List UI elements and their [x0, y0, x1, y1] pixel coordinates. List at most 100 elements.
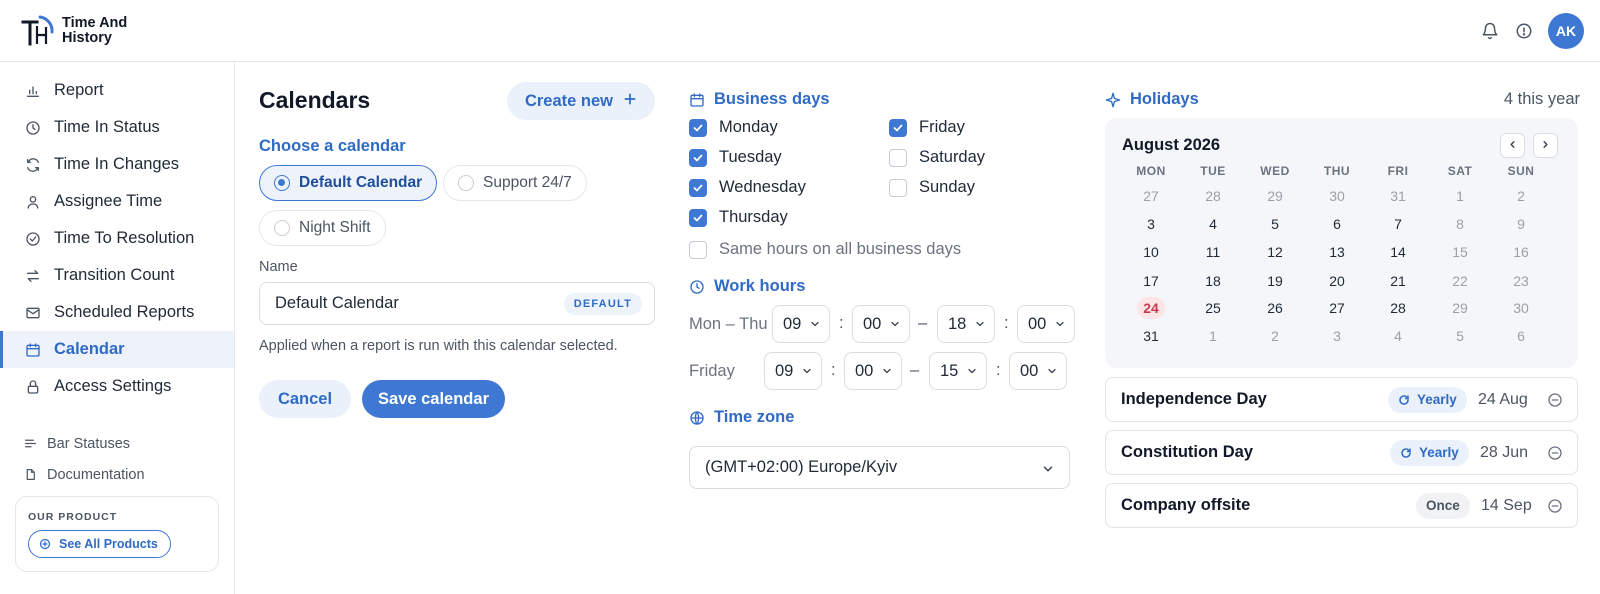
calendar-day[interactable]: 26	[1261, 297, 1289, 319]
calendar-option-night-shift[interactable]: Night Shift	[259, 210, 386, 246]
calendar-day[interactable]: 22	[1446, 270, 1474, 292]
calendar-day[interactable]: 11	[1199, 241, 1227, 263]
calendar-day[interactable]: 18	[1199, 270, 1227, 292]
end-minute-select[interactable]: 00	[1009, 352, 1067, 390]
calendar-day[interactable]: 15	[1446, 241, 1474, 263]
bell-icon[interactable]	[1480, 21, 1500, 41]
calendar-day[interactable]: 16	[1507, 241, 1535, 263]
calendar-day[interactable]: 27	[1137, 185, 1165, 207]
calendar-option-support[interactable]: Support 24/7	[443, 165, 587, 201]
app-logo[interactable]: Time And History	[20, 14, 127, 48]
same-hours-checkbox[interactable]: Same hours on all business days	[689, 240, 961, 259]
chevron-left-icon	[1507, 137, 1518, 155]
calendar-day[interactable]: 9	[1507, 213, 1535, 235]
calendar-day[interactable]: 20	[1323, 270, 1351, 292]
sidebar-item-transition-count[interactable]: Transition Count	[0, 257, 234, 294]
end-minute-select[interactable]: 00	[1017, 305, 1075, 343]
day-checkbox-saturday[interactable]: Saturday	[889, 148, 985, 167]
calendar-day[interactable]: 1	[1199, 325, 1227, 347]
holiday-row[interactable]: Company offsite Once 14 Sep	[1105, 483, 1578, 528]
calendar-day[interactable]: 3	[1137, 213, 1165, 235]
check-circle-icon	[24, 230, 42, 248]
sidebar-item-time-in-changes[interactable]: Time In Changes	[0, 146, 234, 183]
start-minute-select[interactable]: 00	[844, 352, 902, 390]
calendar-day[interactable]: 28	[1384, 297, 1412, 319]
calendar-day[interactable]: 23	[1507, 270, 1535, 292]
calendar-day[interactable]: 14	[1384, 241, 1412, 263]
calendar-day[interactable]: 4	[1384, 325, 1412, 347]
sidebar-item-scheduled-reports[interactable]: Scheduled Reports	[0, 294, 234, 331]
sidebar-item-report[interactable]: Report	[0, 72, 234, 109]
calendar-day[interactable]: 27	[1323, 297, 1351, 319]
logo-mark-icon	[20, 14, 54, 48]
calendar-day[interactable]: 31	[1137, 325, 1165, 347]
sidebar-item-bar-statuses[interactable]: Bar Statuses	[0, 428, 234, 459]
calendar-day[interactable]: 8	[1446, 213, 1474, 235]
calendar-day[interactable]: 2	[1507, 185, 1535, 207]
calendar-day[interactable]: 6	[1323, 213, 1351, 235]
calendar-day[interactable]: 17	[1137, 270, 1165, 292]
end-hour-select[interactable]: 15	[929, 352, 987, 390]
info-icon[interactable]	[1514, 21, 1534, 41]
day-label: Tuesday	[719, 148, 782, 166]
calendar-day[interactable]: 1	[1446, 185, 1474, 207]
calendar-day[interactable]: 30	[1323, 185, 1351, 207]
day-checkbox-tuesday[interactable]: Tuesday	[689, 148, 782, 167]
sidebar-item-assignee-time[interactable]: Assignee Time	[0, 183, 234, 220]
calendar-day[interactable]: 29	[1261, 185, 1289, 207]
calendar-day[interactable]: 24	[1137, 297, 1165, 319]
next-month-button[interactable]	[1533, 133, 1558, 158]
calendar-day[interactable]: 31	[1384, 185, 1412, 207]
calendar-day[interactable]: 21	[1384, 270, 1412, 292]
calendar-day[interactable]: 25	[1199, 297, 1227, 319]
sidebar-item-access-settings[interactable]: Access Settings	[0, 368, 234, 405]
remove-icon[interactable]	[1547, 392, 1563, 408]
day-checkbox-wednesday[interactable]: Wednesday	[689, 178, 806, 197]
calendar-option-default[interactable]: Default Calendar	[259, 165, 438, 201]
save-calendar-button[interactable]: Save calendar	[362, 380, 505, 418]
chevron-down-icon	[974, 318, 986, 330]
repeat-badge: Once	[1416, 492, 1470, 519]
day-checkbox-sunday[interactable]: Sunday	[889, 178, 975, 197]
user-avatar[interactable]: AK	[1548, 13, 1584, 49]
calendar-name-input[interactable]: Default Calendar DEFAULT	[259, 282, 655, 325]
sidebar-item-time-to-resolution[interactable]: Time To Resolution	[0, 220, 234, 257]
cancel-button[interactable]: Cancel	[259, 380, 351, 418]
remove-icon[interactable]	[1547, 498, 1563, 514]
calendar-day[interactable]: 6	[1507, 325, 1535, 347]
calendar-day[interactable]: 30	[1507, 297, 1535, 319]
calendar-day[interactable]: 28	[1199, 185, 1227, 207]
start-hour-select[interactable]: 09	[764, 352, 822, 390]
start-hour-select[interactable]: 09	[772, 305, 830, 343]
calendar-day[interactable]: 13	[1323, 241, 1351, 263]
sidebar-item-calendar[interactable]: Calendar	[0, 331, 234, 368]
calendar-day[interactable]: 19	[1261, 270, 1289, 292]
day-label: Friday	[919, 118, 965, 136]
time-colon: :	[1004, 314, 1009, 332]
day-checkbox-friday[interactable]: Friday	[889, 118, 965, 137]
end-hour-select[interactable]: 18	[937, 305, 995, 343]
calendar-day[interactable]: 7	[1384, 213, 1412, 235]
remove-icon[interactable]	[1547, 445, 1563, 461]
calendar-day[interactable]: 2	[1261, 325, 1289, 347]
calendar-day[interactable]: 3	[1323, 325, 1351, 347]
see-all-products-button[interactable]: See All Products	[28, 530, 171, 558]
holiday-row[interactable]: Independence Day Yearly 24 Aug	[1105, 377, 1578, 422]
time-zone-select[interactable]: (GMT+02:00) Europe/Kyiv	[689, 446, 1070, 489]
calendar-day[interactable]: 4	[1199, 213, 1227, 235]
calendar-day[interactable]: 5	[1446, 325, 1474, 347]
sidebar-item-documentation[interactable]: Documentation	[0, 459, 234, 490]
calendar-day[interactable]: 29	[1446, 297, 1474, 319]
same-hours-label: Same hours on all business days	[719, 240, 962, 258]
sidebar-item-time-in-status[interactable]: Time In Status	[0, 109, 234, 146]
prev-month-button[interactable]	[1500, 133, 1525, 158]
create-new-button[interactable]: Create new	[507, 82, 655, 120]
checkbox-checked-icon	[689, 208, 707, 227]
start-minute-select[interactable]: 00	[852, 305, 910, 343]
calendar-day[interactable]: 5	[1261, 213, 1289, 235]
holiday-row[interactable]: Constitution Day Yearly 28 Jun	[1105, 430, 1578, 475]
day-checkbox-thursday[interactable]: Thursday	[689, 208, 788, 227]
day-checkbox-monday[interactable]: Monday	[689, 118, 778, 137]
calendar-day[interactable]: 10	[1137, 241, 1165, 263]
calendar-day[interactable]: 12	[1261, 241, 1289, 263]
